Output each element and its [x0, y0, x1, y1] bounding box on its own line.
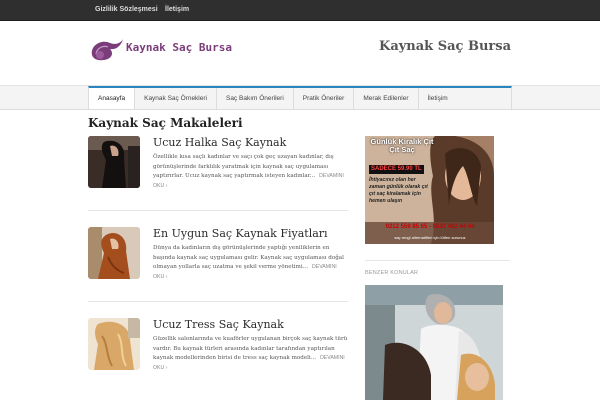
post-title[interactable]: Ucuz Halka Saç Kaynak — [153, 136, 286, 149]
ad-body-text: İhtiyacınız olan her zaman günlük olarak… — [369, 177, 428, 204]
post-excerpt-text: Güzellik salonlarında ve kuaförler uygul… — [153, 336, 348, 361]
post-excerpt: Güzellik salonlarında ve kuaförler uygul… — [153, 335, 349, 373]
post-divider — [88, 210, 348, 211]
post-excerpt: Özellikle kısa saçlı kadınlar ve saçı ço… — [153, 153, 349, 191]
main-nav-bar: Anasayfa Kaynak Saç Örnekleri Saç Bakım … — [0, 85, 600, 110]
topbar-link-privacy[interactable]: Gizlilik Sözleşmesi — [95, 0, 158, 20]
nav-item-home[interactable]: Anasayfa — [89, 88, 136, 109]
logo-text: Kaynak Saç Bursa — [126, 41, 232, 54]
ad-phone: 0212 559 85 65 - 0537 462 44 44 — [385, 224, 475, 230]
main-nav: Anasayfa Kaynak Saç Örnekleri Saç Bakım … — [88, 86, 512, 109]
sidebar-ad-banner[interactable]: Günlük Kiralık Çıt Çıt Saç SADECE 59.90 … — [365, 136, 494, 244]
nav-item-care-tips[interactable]: Saç Bakım Önerileri — [217, 88, 294, 109]
post-item: Ucuz Tress Saç Kaynak Güzellik salonları… — [88, 318, 348, 378]
nav-item-practical[interactable]: Pratik Öneriler — [294, 88, 355, 109]
post-divider — [88, 301, 348, 302]
page-title: Kaynak Saç Makaleleri — [88, 116, 243, 130]
nav-item-faq[interactable]: Merak Edilenler — [354, 88, 419, 109]
post-thumbnail[interactable] — [88, 227, 140, 279]
post-item: En Uygun Saç Kaynak Fiyatları Dünya da k… — [88, 227, 348, 287]
post-title[interactable]: Ucuz Tress Saç Kaynak — [153, 318, 284, 331]
post-excerpt-text: Özellikle kısa saçlı kadınlar ve saçı ço… — [153, 154, 334, 179]
ad-price: SADECE 59.90 TL — [369, 165, 424, 174]
hair-logo-icon — [91, 39, 123, 61]
ad-title: Günlük Kiralık Çıt Çıt Saç — [370, 137, 434, 154]
related-heading: BENZER KONULAR — [365, 270, 419, 276]
site-title[interactable]: Kaynak Saç Bursa — [379, 39, 511, 54]
site-header: Kaynak Saç Bursa Kaynak Saç Bursa — [0, 21, 600, 86]
site-logo[interactable]: Kaynak Saç Bursa — [88, 37, 232, 65]
nav-item-examples[interactable]: Kaynak Saç Örnekleri — [135, 88, 217, 109]
related-post-image[interactable] — [365, 285, 503, 400]
nav-item-contact[interactable]: İletişim — [419, 88, 457, 109]
post-item: Ucuz Halka Saç Kaynak Özellikle kısa saç… — [88, 136, 348, 196]
post-thumbnail[interactable] — [88, 136, 140, 188]
topbar-link-contact[interactable]: İletişim — [165, 0, 189, 20]
sidebar-divider — [365, 260, 510, 261]
ad-note: saç rengi alternatifleri için lütfen sor… — [394, 235, 466, 240]
post-excerpt: Dünya da kadınların dış görünüşlerinde y… — [153, 244, 349, 282]
post-title[interactable]: En Uygun Saç Kaynak Fiyatları — [153, 227, 328, 240]
post-thumbnail[interactable] — [88, 318, 140, 370]
top-bar: Gizlilik Sözleşmesi İletişim — [0, 0, 600, 21]
